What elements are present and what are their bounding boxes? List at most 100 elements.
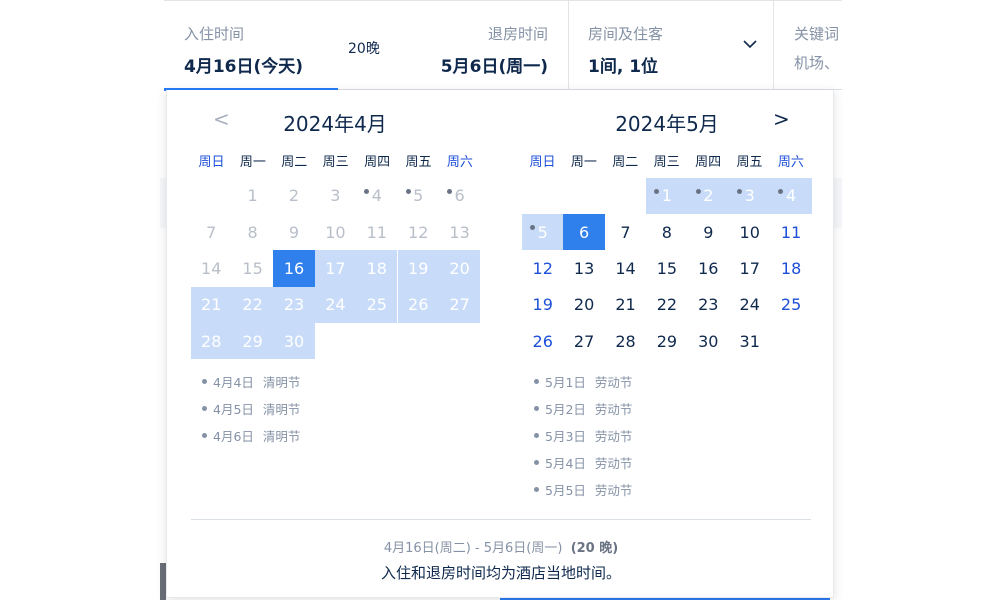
- holiday-dot-icon: [202, 406, 207, 411]
- calendar-day[interactable]: 30: [273, 323, 315, 360]
- calendar-day[interactable]: 7: [605, 214, 646, 250]
- calendar-day[interactable]: 15: [646, 250, 687, 286]
- calendar-day: 3: [330, 186, 341, 206]
- weekday-label: 周日: [198, 155, 225, 170]
- calendar-day[interactable]: 21: [605, 287, 646, 323]
- calendar-day[interactable]: 1: [646, 177, 688, 214]
- holiday-dot-icon: [534, 487, 539, 492]
- calendar-day[interactable]: 25: [770, 287, 811, 323]
- holiday-date: 5月5日: [545, 483, 586, 498]
- calendar-day[interactable]: 20: [438, 250, 481, 287]
- holiday-name: 清明节: [262, 429, 301, 444]
- calendar-day[interactable]: 27: [563, 323, 604, 359]
- calendar-day[interactable]: 3: [729, 177, 771, 214]
- calendar-day[interactable]: 21: [190, 286, 232, 324]
- calendar-day[interactable]: 16: [273, 250, 315, 287]
- keyword-field[interactable]: 关键词 机场、: [774, 1, 842, 90]
- calendar-day[interactable]: 22: [231, 286, 274, 324]
- calendar-day[interactable]: 13: [563, 250, 604, 286]
- calendar-day[interactable]: 20: [563, 287, 604, 323]
- holiday-dot-icon: [202, 379, 207, 384]
- calendar-day[interactable]: 25: [356, 286, 398, 324]
- keyword-placeholder: 机场、: [794, 54, 840, 72]
- calendar-day[interactable]: 24: [314, 286, 357, 324]
- holiday-item: 5月2日 劳动节: [534, 395, 632, 422]
- calendar-day[interactable]: 18: [356, 250, 398, 287]
- rooms-guests-field[interactable]: 房间及住客 1间, 1位: [569, 1, 774, 90]
- calendar-day[interactable]: 31: [729, 323, 770, 359]
- calendar-day[interactable]: 27: [438, 286, 481, 324]
- weekday-label: 周六: [446, 155, 473, 170]
- calendar-day[interactable]: 2: [687, 177, 729, 214]
- april-month-title: 2024年4月: [283, 112, 387, 136]
- calendar-day[interactable]: 19: [397, 250, 439, 287]
- weekday-label: 周六: [777, 155, 804, 170]
- calendar-day[interactable]: 11: [770, 214, 811, 250]
- chevron-down-icon[interactable]: [743, 37, 757, 51]
- calendar-day[interactable]: 14: [605, 250, 646, 286]
- checkin-label: 入住时间: [184, 25, 245, 43]
- calendar-day[interactable]: 26: [397, 286, 439, 324]
- calendar-day: 8: [247, 222, 258, 242]
- calendar-day[interactable]: 17: [729, 250, 770, 286]
- selected-range-summary: 4月16日(周二) - 5月6日(周一) (20 晚): [167, 537, 835, 556]
- calendar-day: 2: [288, 186, 300, 206]
- weekday-label: 周三: [322, 155, 349, 170]
- calendar-day: 7: [206, 222, 217, 242]
- calendar-day[interactable]: 16: [688, 250, 729, 286]
- weekday-label: 周四: [695, 155, 722, 170]
- holiday-dot-icon: [534, 433, 539, 438]
- calendar-day[interactable]: 29: [646, 323, 687, 359]
- calendar-day[interactable]: 10: [729, 214, 770, 250]
- may-holiday-list: 5月1日 劳动节 5月2日 劳动节 5月3日 劳动节 5月4日 劳动节 5月5日 劳动节: [534, 368, 632, 503]
- holiday-date: 5月2日: [545, 402, 586, 417]
- calendar-day[interactable]: 9: [688, 214, 729, 250]
- date-picker-popup: < > 2024年4月 2024年5月 周日 周一 周二 周三 周四 周五 周六 周日 周一周…: [166, 90, 834, 598]
- holiday-date: 5月1日: [545, 375, 586, 390]
- calendar-day[interactable]: 23: [688, 287, 729, 323]
- april-holiday-list: 4月4日 清明节 4月5日 清明节 4月6日 清明节: [202, 368, 300, 449]
- calendar-day: 9: [288, 222, 300, 242]
- calendar-day[interactable]: 8: [646, 214, 687, 250]
- rooms-label: 房间及住客: [588, 25, 664, 43]
- calendar-day[interactable]: 28: [605, 323, 646, 359]
- calendar-day[interactable]: 30: [688, 323, 729, 359]
- calendar-day[interactable]: 17: [314, 250, 357, 287]
- calendar-day[interactable]: 12: [522, 250, 563, 286]
- holiday-name: 劳动节: [594, 456, 633, 471]
- calendar-day: 1: [247, 186, 258, 206]
- holiday-name: 劳动节: [594, 375, 633, 390]
- holiday-date: 5月3日: [545, 429, 586, 444]
- weekday-label: 周四: [364, 155, 391, 170]
- weekday-label: 周二: [612, 155, 639, 170]
- holiday-item: 4月5日 清明节: [202, 395, 300, 422]
- calendar-day[interactable]: 29: [231, 323, 274, 360]
- calendar-day[interactable]: 28: [190, 323, 232, 360]
- weekday-label: 周五: [736, 155, 763, 170]
- holiday-date: 4月4日: [213, 375, 254, 390]
- holiday-name: 劳动节: [594, 402, 633, 417]
- calendar-day[interactable]: 4: [770, 177, 812, 214]
- calendar-day[interactable]: 22: [646, 287, 687, 323]
- calendar-day[interactable]: 23: [273, 286, 315, 324]
- weekday-label: 周一: [570, 155, 597, 170]
- calendar-day[interactable]: 18: [770, 250, 811, 286]
- checkin-field[interactable]: 入住时间 4月16日(今天): [164, 1, 338, 91]
- holiday-item: 5月4日 劳动节: [534, 449, 632, 476]
- holiday-dot-icon: [534, 406, 539, 411]
- calendar-day: 5: [398, 178, 439, 214]
- checkout-value: 5月6日(周一): [440, 57, 548, 77]
- calendar-day[interactable]: 19: [522, 287, 563, 323]
- keyword-label: 关键词: [794, 25, 840, 43]
- holiday-name: 清明节: [262, 375, 301, 390]
- local-time-note: 入住和退房时间均为酒店当地时间。: [380, 564, 621, 582]
- checkout-field[interactable]: 退房时间 5月6日(周一): [434, 1, 568, 90]
- calendar-day[interactable]: 6: [563, 213, 605, 251]
- footer-divider: [191, 519, 811, 520]
- checkin-value: 4月16日(今天): [184, 57, 304, 77]
- calendar-day: 15: [242, 258, 263, 278]
- calendar-day: 11: [366, 222, 387, 242]
- calendar-day[interactable]: 24: [729, 287, 770, 323]
- calendar-day[interactable]: 5: [522, 213, 564, 251]
- calendar-day[interactable]: 26: [522, 323, 563, 359]
